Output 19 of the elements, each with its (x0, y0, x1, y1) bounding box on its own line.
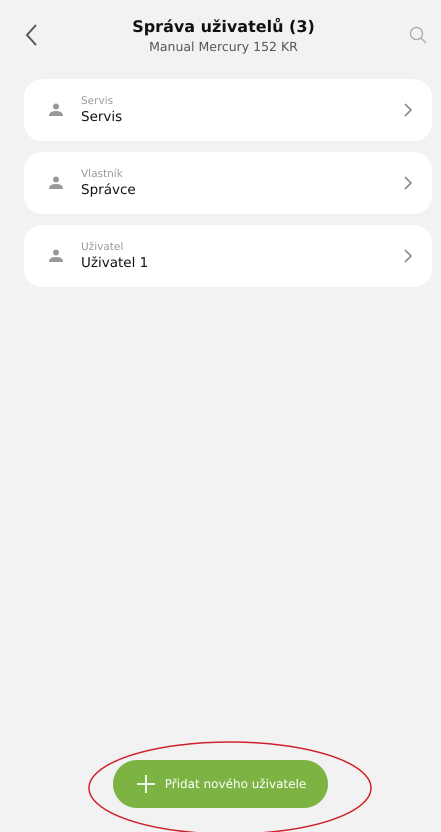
chevron-icon (404, 249, 412, 263)
user-card[interactable]: Servis Servis (24, 79, 432, 141)
person-icon (49, 176, 63, 190)
user-name: Uživatel 1 (81, 255, 150, 271)
user-role: Vlastník (81, 168, 124, 180)
user-role: Servis (81, 95, 114, 107)
user-card[interactable]: Uživatel Uživatel 1 (24, 225, 432, 287)
chevron-icon (404, 176, 412, 190)
person-icon (49, 249, 63, 263)
user-name: Servis (81, 109, 124, 125)
screen-subtitle: Manual Mercury 152 KR (148, 38, 299, 54)
chevron-icon (404, 103, 412, 117)
person-icon (49, 103, 63, 117)
user-role: Uživatel (81, 241, 124, 253)
plus-icon (136, 775, 155, 793)
user-name: Správce (81, 182, 137, 198)
user-card[interactable]: Vlastník Správce (24, 152, 432, 214)
back-icon[interactable] (24, 23, 38, 47)
screen-title: Správa uživatelů (3) (131, 16, 316, 36)
